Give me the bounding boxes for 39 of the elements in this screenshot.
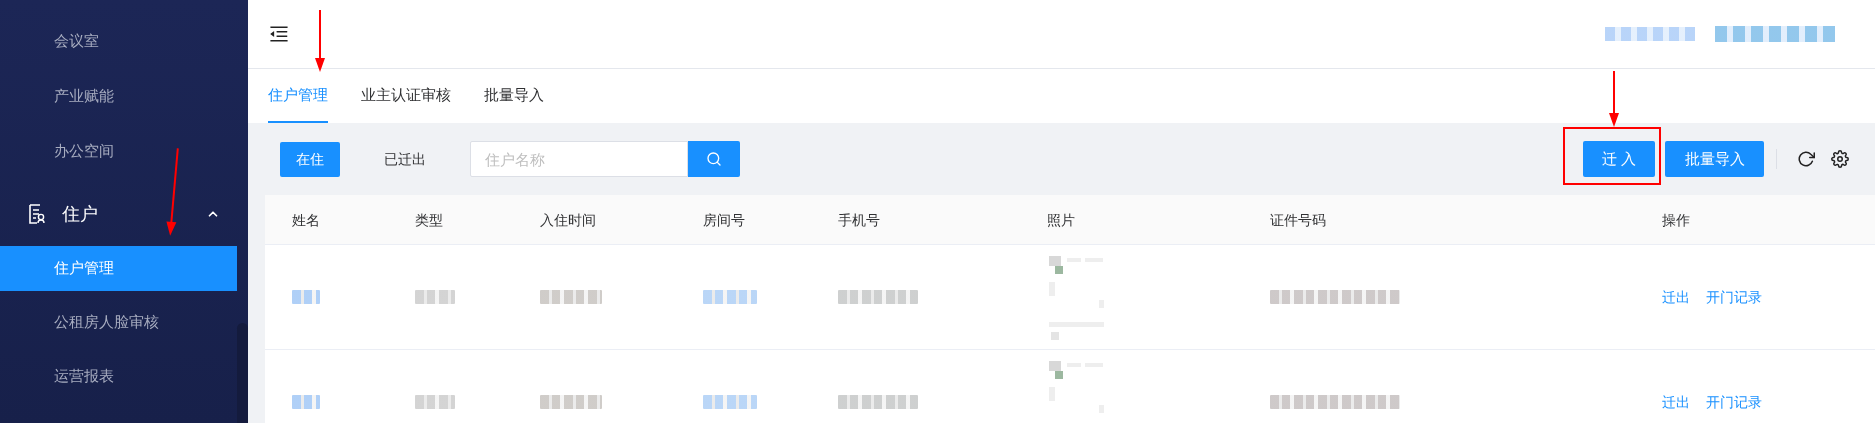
- redacted-text: [415, 395, 455, 409]
- column-header: 类型: [415, 211, 443, 228]
- sidebar-group-label: 住户: [62, 202, 99, 226]
- redacted-text: [703, 290, 757, 304]
- row-action-link[interactable]: 开门记录: [1706, 286, 1762, 308]
- column-header: 入住时间: [540, 211, 596, 228]
- annotation-arrow: [1608, 71, 1620, 127]
- sidebar-item[interactable]: 公租房人脸审核: [0, 300, 237, 345]
- column-header: 照片: [1047, 211, 1075, 228]
- row-action-link[interactable]: 开门记录: [1706, 391, 1762, 413]
- settings-icon[interactable]: [1831, 150, 1849, 168]
- column-header: 姓名: [292, 211, 320, 228]
- row-action-link[interactable]: 迁出: [1662, 391, 1690, 413]
- sidebar-item[interactable]: 运营报表: [0, 354, 237, 399]
- tab[interactable]: 批量导入: [484, 69, 544, 123]
- redacted-text: [415, 290, 455, 304]
- document-person-icon: [28, 204, 46, 224]
- search-icon: [706, 151, 722, 167]
- redacted-text: [292, 290, 320, 304]
- annotation-arrow: [314, 10, 326, 72]
- row-action-link[interactable]: 迁出: [1662, 286, 1690, 308]
- filter-button[interactable]: 已迁出: [368, 141, 442, 177]
- sidebar-group[interactable]: 住户: [0, 182, 248, 246]
- column-header: 手机号: [838, 211, 880, 228]
- tab[interactable]: 住户管理: [268, 69, 328, 123]
- sidebar-item[interactable]: 办公空间: [0, 124, 248, 179]
- sidebar-item[interactable]: 会议室: [0, 14, 248, 69]
- column-header: 证件号码: [1270, 211, 1326, 228]
- redacted-text: [292, 395, 320, 409]
- column-header: 房间号: [703, 211, 745, 228]
- search-field[interactable]: 住户名称: [470, 141, 688, 177]
- redacted-text: [540, 395, 602, 409]
- sidebar-item[interactable]: 产业赋能: [0, 69, 248, 124]
- redacted-text: [540, 290, 602, 304]
- tab[interactable]: 业主认证审核: [361, 69, 451, 123]
- refresh-icon[interactable]: [1797, 150, 1815, 168]
- column-header: 操作: [1662, 211, 1690, 228]
- redacted-text: [703, 395, 757, 409]
- menu-fold-icon[interactable]: [268, 23, 290, 45]
